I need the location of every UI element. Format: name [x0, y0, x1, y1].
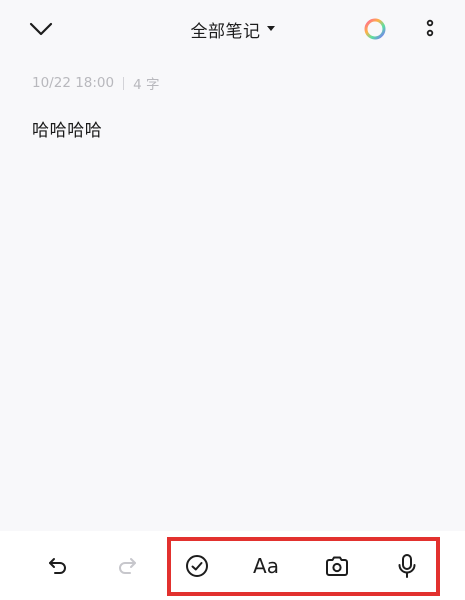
- notebook-selector[interactable]: 全部笔记: [178, 16, 288, 42]
- undo-icon: [49, 558, 66, 574]
- text-format-icon: Aa: [253, 554, 279, 578]
- redo-icon: [119, 558, 136, 574]
- collapse-button[interactable]: [24, 14, 58, 44]
- notebook-title: 全部笔记: [190, 21, 261, 42]
- redo-button[interactable]: [110, 549, 144, 583]
- caret-down-icon: [266, 26, 275, 31]
- checklist-icon: [186, 555, 208, 577]
- more-vertical-icon: [426, 19, 434, 37]
- note-meta: 10/22 18:00 4 字: [32, 73, 160, 93]
- checklist-button[interactable]: [180, 549, 214, 583]
- top-bar: 全部笔记: [0, 0, 465, 58]
- text-format-button[interactable]: Aa: [249, 549, 283, 583]
- note-content[interactable]: 哈哈哈哈: [32, 116, 102, 141]
- microphone-icon: [398, 554, 416, 578]
- camera-icon: [326, 556, 348, 576]
- theme-button[interactable]: [362, 16, 388, 42]
- bottom-toolbar: Aa: [0, 531, 465, 600]
- more-button[interactable]: [418, 16, 442, 42]
- meta-divider: [123, 76, 125, 90]
- color-ring-icon: [364, 18, 386, 40]
- note-date: 10/22 18:00: [32, 75, 115, 91]
- note-char-count: 4 字: [133, 77, 160, 93]
- chevron-down-icon: [29, 22, 53, 36]
- camera-button[interactable]: [320, 549, 354, 583]
- undo-button[interactable]: [41, 549, 75, 583]
- voice-input-button[interactable]: [390, 549, 424, 583]
